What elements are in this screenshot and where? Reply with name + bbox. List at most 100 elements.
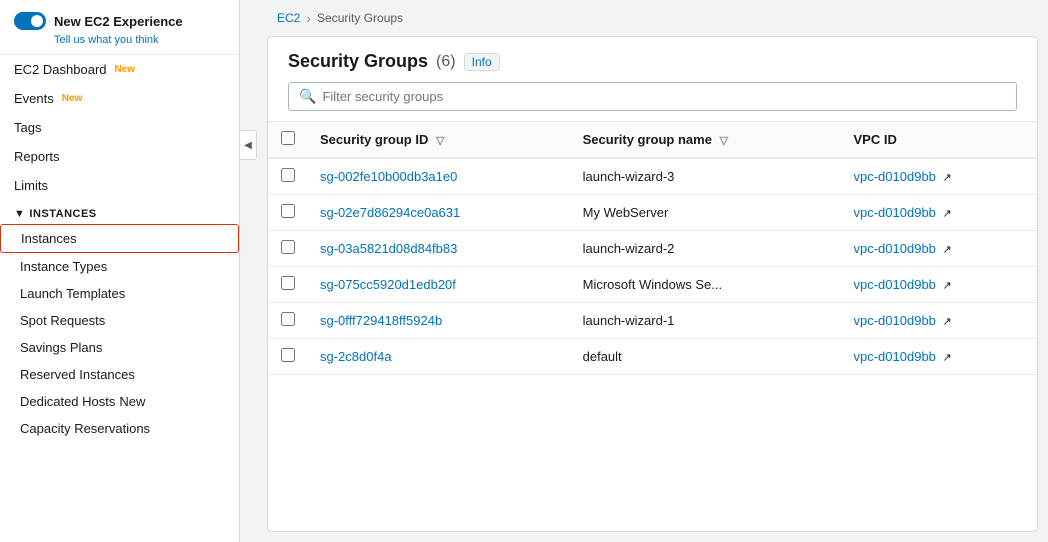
- nav-limits-label: Limits: [14, 178, 48, 193]
- select-all-checkbox[interactable]: [281, 131, 295, 145]
- col-vpc-id: VPC ID: [842, 122, 1038, 158]
- content-title-row: Security Groups (6) Info: [288, 51, 1017, 72]
- nav-launch-templates[interactable]: Launch Templates: [0, 280, 239, 307]
- row-sg-id-3: sg-075cc5920d1edb20f: [308, 267, 571, 303]
- row-checkbox-4: [268, 303, 308, 339]
- row-vpc-id-2: vpc-d010d9bb ↗: [842, 231, 1038, 267]
- main-content: EC2 › Security Groups Security Groups (6…: [257, 0, 1048, 542]
- external-link-icon-1: ↗: [943, 208, 952, 220]
- breadcrumb-ec2[interactable]: EC2: [277, 11, 300, 25]
- nav-capacity-reservations-label: Capacity Reservations: [20, 421, 150, 436]
- row-sg-id-2: sg-03a5821d08d84fb83: [308, 231, 571, 267]
- content-header: Security Groups (6) Info 🔍: [268, 37, 1037, 122]
- nav-reserved-instances-label: Reserved Instances: [20, 367, 135, 382]
- row-vpc-id-4: vpc-d010d9bb ↗: [842, 303, 1038, 339]
- row-sg-id-4: sg-0fff729418ff5924b: [308, 303, 571, 339]
- nav-capacity-reservations[interactable]: Capacity Reservations: [0, 415, 239, 442]
- vpc-id-link-0[interactable]: vpc-d010d9bb: [854, 169, 936, 184]
- sg-id-link-3[interactable]: sg-075cc5920d1edb20f: [320, 277, 456, 292]
- nav-savings-plans-label: Savings Plans: [20, 340, 102, 355]
- external-link-icon-2: ↗: [943, 244, 952, 256]
- row-select-1[interactable]: [281, 204, 295, 218]
- col-sg-name: Security group name ▽: [571, 122, 842, 158]
- external-link-icon-3: ↗: [943, 280, 952, 292]
- nav-spot-requests-label: Spot Requests: [20, 313, 105, 328]
- row-checkbox-3: [268, 267, 308, 303]
- nav-instance-types-label: Instance Types: [20, 259, 107, 274]
- nav-reports-label: Reports: [14, 149, 60, 164]
- table-row: sg-2c8d0f4a default vpc-d010d9bb ↗: [268, 339, 1037, 375]
- instances-section-title: ▼ INSTANCES: [0, 200, 239, 224]
- nav-instances[interactable]: Instances: [0, 224, 239, 253]
- nav-ec2-dashboard[interactable]: EC2 Dashboard New: [0, 55, 239, 84]
- vpc-id-link-5[interactable]: vpc-d010d9bb: [854, 349, 936, 364]
- nav-reserved-instances[interactable]: Reserved Instances: [0, 361, 239, 388]
- search-input[interactable]: [322, 89, 1006, 104]
- sort-sg-id-icon[interactable]: ▽: [436, 135, 444, 147]
- row-select-4[interactable]: [281, 312, 295, 326]
- table-row: sg-075cc5920d1edb20f Microsoft Windows S…: [268, 267, 1037, 303]
- table-body: sg-002fe10b00db3a1e0 launch-wizard-3 vpc…: [268, 158, 1037, 375]
- nav-events-label: Events: [14, 91, 54, 106]
- vpc-id-link-3[interactable]: vpc-d010d9bb: [854, 277, 936, 292]
- info-button[interactable]: Info: [464, 53, 500, 71]
- vpc-id-link-2[interactable]: vpc-d010d9bb: [854, 241, 936, 256]
- row-sg-name-1: My WebServer: [571, 195, 842, 231]
- search-bar: 🔍: [288, 82, 1017, 111]
- row-vpc-id-1: vpc-d010d9bb ↗: [842, 195, 1038, 231]
- nav-dedicated-hosts-badge: New: [119, 394, 145, 409]
- row-vpc-id-3: vpc-d010d9bb ↗: [842, 267, 1038, 303]
- nav-instance-types[interactable]: Instance Types: [0, 253, 239, 280]
- nav-savings-plans[interactable]: Savings Plans: [0, 334, 239, 361]
- row-sg-name-3: Microsoft Windows Se...: [571, 267, 842, 303]
- row-select-2[interactable]: [281, 240, 295, 254]
- row-select-0[interactable]: [281, 168, 295, 182]
- nav-dedicated-hosts-label: Dedicated Hosts: [20, 394, 115, 409]
- sg-id-link-0[interactable]: sg-002fe10b00db3a1e0: [320, 169, 457, 184]
- row-sg-id-1: sg-02e7d86294ce0a631: [308, 195, 571, 231]
- row-select-3[interactable]: [281, 276, 295, 290]
- page-count: (6): [436, 53, 456, 71]
- content-area: Security Groups (6) Info 🔍 Security gro: [267, 36, 1038, 532]
- row-vpc-id-0: vpc-d010d9bb ↗: [842, 158, 1038, 195]
- nav-dedicated-hosts[interactable]: Dedicated Hosts New: [0, 388, 239, 415]
- row-sg-name-4: launch-wizard-1: [571, 303, 842, 339]
- row-sg-name-2: launch-wizard-2: [571, 231, 842, 267]
- nav-instances-label: Instances: [21, 231, 77, 246]
- table-header-row: Security group ID ▽ Security group name …: [268, 122, 1037, 158]
- table-row: sg-0fff729418ff5924b launch-wizard-1 vpc…: [268, 303, 1037, 339]
- breadcrumb-separator: ›: [306, 10, 311, 26]
- page-title: Security Groups: [288, 51, 428, 72]
- security-groups-table-container: Security group ID ▽ Security group name …: [268, 122, 1037, 531]
- sidebar-collapse-button[interactable]: ◀: [239, 130, 257, 160]
- nav-tags[interactable]: Tags: [0, 113, 239, 142]
- row-sg-id-0: sg-002fe10b00db3a1e0: [308, 158, 571, 195]
- col-sg-id: Security group ID ▽: [308, 122, 571, 158]
- new-experience-toggle[interactable]: [14, 12, 46, 30]
- nav-events[interactable]: Events New: [0, 84, 239, 113]
- nav-reports[interactable]: Reports: [0, 142, 239, 171]
- vpc-id-link-1[interactable]: vpc-d010d9bb: [854, 205, 936, 220]
- nav-limits[interactable]: Limits: [0, 171, 239, 200]
- breadcrumb-security-groups: Security Groups: [317, 11, 403, 25]
- sidebar: New EC2 Experience Tell us what you thin…: [0, 0, 240, 542]
- row-checkbox-5: [268, 339, 308, 375]
- sg-id-link-1[interactable]: sg-02e7d86294ce0a631: [320, 205, 460, 220]
- sidebar-header: New EC2 Experience Tell us what you thin…: [0, 0, 239, 55]
- sg-id-link-2[interactable]: sg-03a5821d08d84fb83: [320, 241, 457, 256]
- sort-sg-name-icon[interactable]: ▽: [720, 135, 728, 147]
- vpc-id-link-4[interactable]: vpc-d010d9bb: [854, 313, 936, 328]
- nav-spot-requests[interactable]: Spot Requests: [0, 307, 239, 334]
- security-groups-table: Security group ID ▽ Security group name …: [268, 122, 1037, 375]
- table-row: sg-002fe10b00db3a1e0 launch-wizard-3 vpc…: [268, 158, 1037, 195]
- nav-tags-label: Tags: [14, 120, 41, 135]
- external-link-icon-0: ↗: [943, 172, 952, 184]
- sg-id-link-4[interactable]: sg-0fff729418ff5924b: [320, 313, 442, 328]
- row-checkbox-1: [268, 195, 308, 231]
- brand-sub-label[interactable]: Tell us what you think: [54, 34, 225, 46]
- external-link-icon-4: ↗: [943, 316, 952, 328]
- row-select-5[interactable]: [281, 348, 295, 362]
- sg-id-link-5[interactable]: sg-2c8d0f4a: [320, 349, 392, 364]
- external-link-icon-5: ↗: [943, 352, 952, 364]
- nav-ec2-dashboard-badge: New: [115, 64, 136, 75]
